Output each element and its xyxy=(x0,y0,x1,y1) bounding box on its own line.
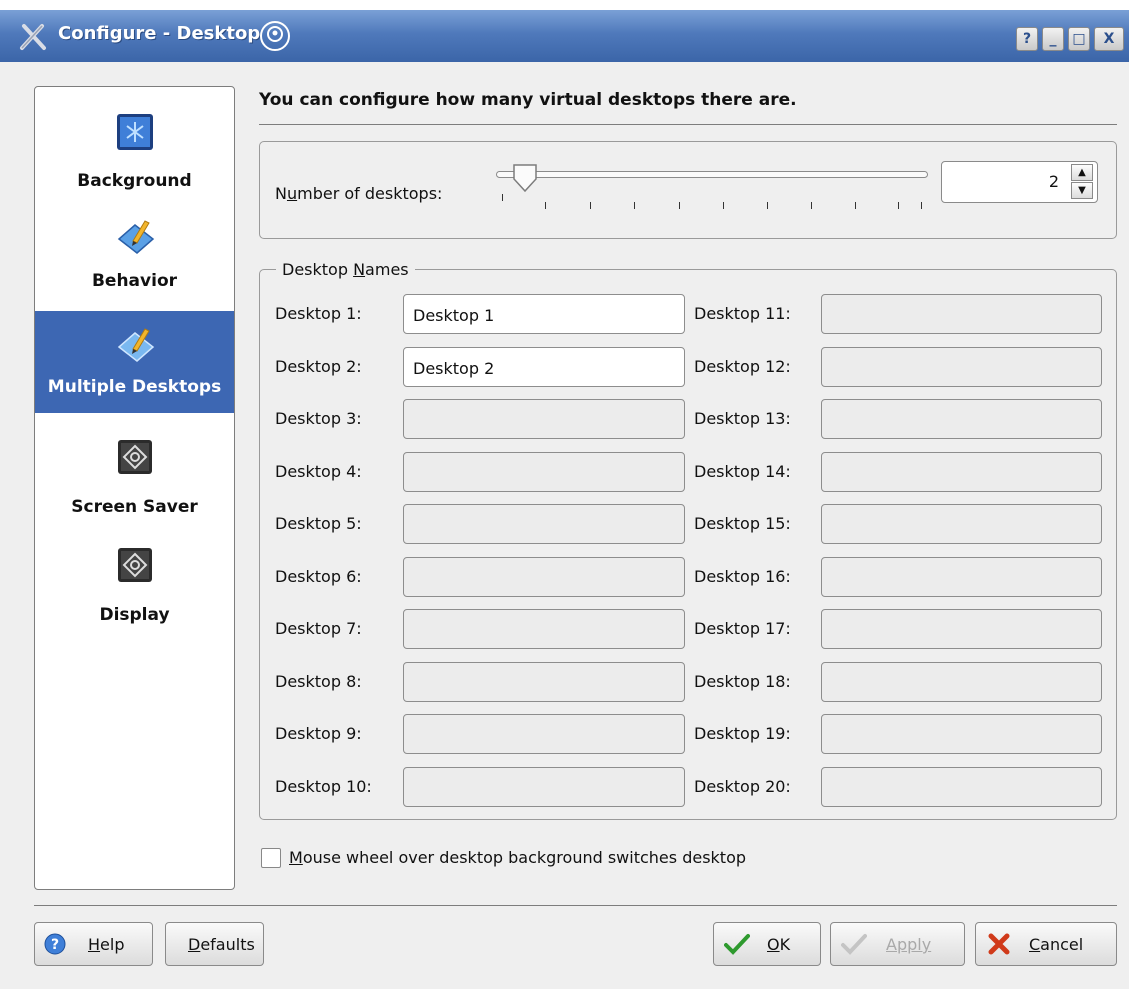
help-button[interactable]: ? Help xyxy=(34,922,153,966)
slider-handle[interactable] xyxy=(510,163,540,193)
number-of-desktops-label: Number of desktops: xyxy=(275,184,443,203)
desktop-name-field[interactable] xyxy=(821,609,1102,649)
desktop-name-label: Desktop 18: xyxy=(694,671,791,691)
desktop-name-label: Desktop 2: xyxy=(275,356,362,376)
ok-button[interactable]: OK xyxy=(713,922,821,966)
page-heading: You can configure how many virtual deskt… xyxy=(259,90,797,110)
screen-saver-icon xyxy=(118,440,152,474)
desktop-name-label: Desktop 12: xyxy=(694,356,791,376)
sidebar-item-multiple-desktops[interactable]: Multiple Desktops xyxy=(35,311,234,413)
desktop-name-label: Desktop 1: xyxy=(275,304,362,323)
spinbox-value: 2 xyxy=(1048,172,1059,191)
sidebar-item-behavior[interactable]: Behavior xyxy=(35,207,234,307)
desktop-name-field[interactable] xyxy=(821,346,1102,387)
desktop-name-label: Desktop 17: xyxy=(694,619,791,638)
help-title-button[interactable]: ? xyxy=(1016,27,1038,51)
desktop-name-label: Desktop 6: xyxy=(275,566,362,586)
spin-down-button[interactable]: ▼ xyxy=(1071,182,1093,199)
checkmark-icon xyxy=(841,934,867,955)
maximize-button[interactable]: □ xyxy=(1068,27,1090,51)
desktop-name-label: Desktop 16: xyxy=(694,566,791,586)
footer-divider xyxy=(34,905,1117,906)
sidebar-item-label: Screen Saver xyxy=(71,497,198,517)
multiple-desktops-icon xyxy=(117,328,155,362)
desktop-name-label: Desktop 5: xyxy=(275,514,362,533)
cancel-icon xyxy=(988,933,1010,955)
mouse-wheel-label[interactable]: Mouse wheel over desktop background swit… xyxy=(289,848,746,867)
cancel-button[interactable]: Cancel xyxy=(975,922,1117,966)
desktop-name-label: Desktop 19: xyxy=(694,724,791,743)
desktop-name-label: Desktop 4: xyxy=(275,461,362,481)
spin-up-button[interactable]: ▲ xyxy=(1071,164,1093,181)
desktop-name-field[interactable] xyxy=(403,661,685,702)
desktop-name-field[interactable] xyxy=(821,294,1102,334)
window-title: Configure - Desktop xyxy=(58,23,261,44)
desktop-name-field[interactable]: Desktop 2 xyxy=(403,346,685,387)
desktop-name-field[interactable]: Desktop 1 xyxy=(403,294,685,334)
display-icon xyxy=(118,548,152,582)
desktop-name-field[interactable] xyxy=(403,766,685,807)
desktop-name-label: Desktop 3: xyxy=(275,409,362,428)
desktop-names-legend: Desktop Names xyxy=(276,260,415,279)
desktops-slider[interactable] xyxy=(496,171,928,178)
category-sidebar: Background Behavior Multiple Desktops Sc… xyxy=(34,86,235,890)
sidebar-item-label: Multiple Desktops xyxy=(47,377,222,397)
desktop-name-field[interactable] xyxy=(821,714,1102,754)
desktop-name-label: Desktop 8: xyxy=(275,671,362,691)
desktop-name-label: Desktop 9: xyxy=(275,724,362,743)
desktop-name-field[interactable] xyxy=(403,556,685,597)
desktop-name-field[interactable] xyxy=(821,766,1102,807)
desktop-name-field[interactable] xyxy=(821,504,1102,544)
behavior-icon xyxy=(117,220,155,254)
background-icon xyxy=(117,114,153,150)
sidebar-item-label: Behavior xyxy=(91,271,178,291)
title-bar[interactable]: Configure - Desktop ? _ □ X xyxy=(0,0,1129,62)
apply-button[interactable]: Apply xyxy=(830,922,965,966)
desktop-name-label: Desktop 14: xyxy=(694,461,791,481)
desktop-name-label: Desktop 10: xyxy=(275,776,372,796)
desktop-name-field[interactable] xyxy=(821,661,1102,702)
desktop-name-field[interactable] xyxy=(403,504,685,544)
desktop-name-label: Desktop 20: xyxy=(694,776,791,796)
heading-divider xyxy=(259,124,1117,125)
desktops-spinbox[interactable]: 2 ▲ ▼ xyxy=(941,161,1098,203)
minimize-button[interactable]: _ xyxy=(1042,27,1064,51)
desktop-name-field[interactable] xyxy=(403,609,685,649)
checkmark-icon xyxy=(724,934,750,955)
close-button[interactable]: X xyxy=(1094,27,1124,51)
desktop-name-field[interactable] xyxy=(403,451,685,492)
configure-desktop-window: Configure - Desktop ? _ □ X Background B… xyxy=(0,0,1129,989)
svg-text:?: ? xyxy=(51,937,59,953)
defaults-button[interactable]: Defaults xyxy=(165,922,264,966)
desktop-name-label: Desktop 7: xyxy=(275,619,362,638)
sidebar-item-screen-saver[interactable]: Screen Saver xyxy=(35,427,234,523)
desktop-name-field[interactable] xyxy=(403,399,685,439)
kde-tools-icon xyxy=(20,24,46,50)
help-icon: ? xyxy=(44,933,66,955)
desktop-name-label: Desktop 15: xyxy=(694,514,791,533)
mouse-wheel-checkbox[interactable] xyxy=(261,848,281,868)
desktop-name-field[interactable] xyxy=(821,556,1102,597)
sidebar-item-label: Background xyxy=(77,171,192,191)
sidebar-item-label: Display xyxy=(99,605,170,625)
sidebar-item-background[interactable]: Background xyxy=(35,93,234,193)
swirl-icon xyxy=(260,21,290,51)
desktop-name-field[interactable] xyxy=(821,451,1102,492)
desktop-name-field[interactable] xyxy=(403,714,685,754)
sidebar-item-display[interactable]: Display xyxy=(35,535,234,631)
desktop-name-label: Desktop 13: xyxy=(694,409,791,428)
desktop-name-field[interactable] xyxy=(821,399,1102,439)
desktop-name-label: Desktop 11: xyxy=(694,304,791,323)
